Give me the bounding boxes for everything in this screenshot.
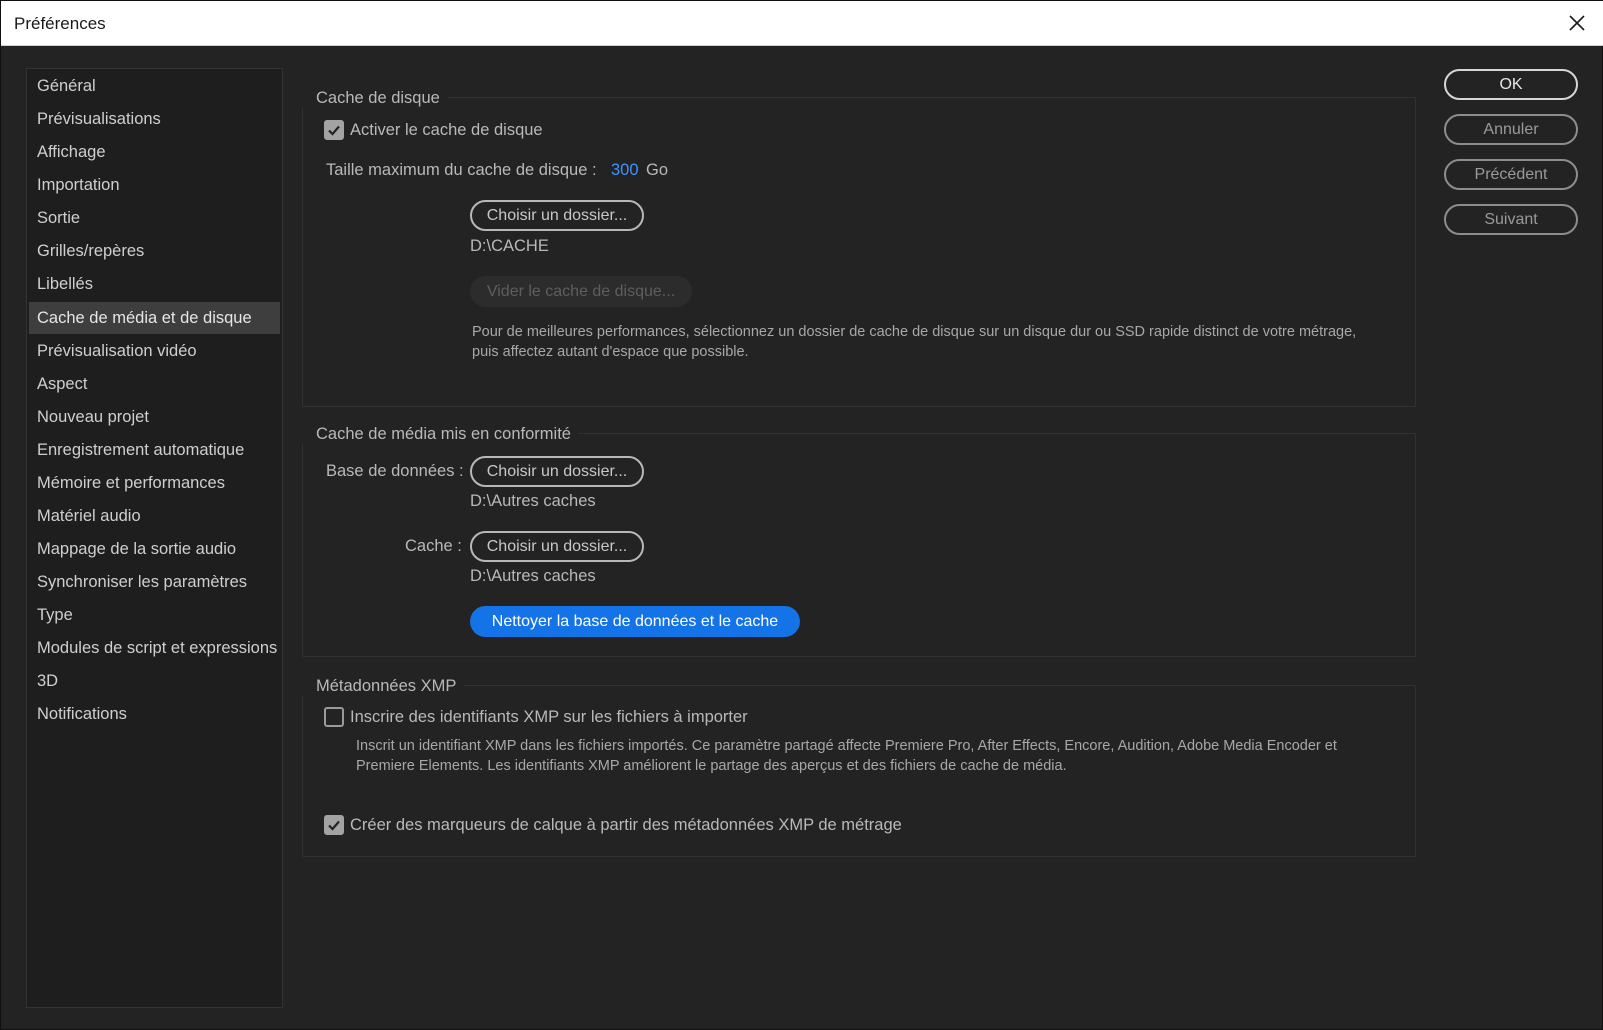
sidebar-item-importation[interactable]: Importation: [29, 169, 280, 201]
ok-button[interactable]: OK: [1444, 69, 1578, 100]
cancel-button[interactable]: Annuler: [1444, 114, 1578, 145]
sidebar-item-enregistrement[interactable]: Enregistrement automatique: [29, 434, 280, 466]
write-xmp-ids-label[interactable]: Inscrire des identifiants XMP sur les fi…: [350, 708, 748, 727]
disk-cache-title: Cache de disque: [302, 89, 447, 108]
sidebar-item-mappage-audio[interactable]: Mappage de la sortie audio: [29, 533, 280, 565]
max-cache-size-label: Taille maximum du cache de disque :: [326, 161, 597, 179]
close-icon: [1569, 15, 1585, 31]
sidebar-item-previsualisations[interactable]: Prévisualisations: [29, 103, 280, 135]
window-title: Préférences: [14, 14, 106, 33]
max-cache-size-unit: Go: [646, 161, 669, 179]
write-xmp-ids-hint: Inscrit un identifiant XMP dans les fich…: [356, 738, 1337, 774]
database-choose-folder-button[interactable]: Choisir un dossier...: [470, 456, 644, 487]
sidebar-item-previsualisation-video[interactable]: Prévisualisation vidéo: [29, 335, 280, 367]
checkmark-icon: [328, 125, 340, 136]
cache-choose-folder-button[interactable]: Choisir un dossier...: [470, 531, 644, 562]
next-button[interactable]: Suivant: [1444, 204, 1578, 235]
sidebar-item-synchroniser[interactable]: Synchroniser les paramètres: [29, 566, 280, 598]
title-bar: Préférences: [1, 1, 1603, 46]
enable-disk-cache-label[interactable]: Activer le cache de disque: [350, 121, 543, 140]
preferences-sidebar: Général Prévisualisations Affichage Impo…: [26, 68, 283, 1008]
empty-disk-cache-button: Vider le cache de disque...: [470, 276, 692, 307]
xmp-metadata-title: Métadonnées XMP: [302, 677, 464, 696]
sidebar-item-affichage[interactable]: Affichage: [29, 136, 280, 168]
sidebar-item-nouveau-projet[interactable]: Nouveau projet: [29, 401, 280, 433]
previous-button[interactable]: Précédent: [1444, 159, 1578, 190]
sidebar-item-cache[interactable]: Cache de média et de disque: [29, 302, 280, 334]
conformed-media-cache-title: Cache de média mis en conformité: [302, 425, 578, 444]
cache-label: Cache :: [405, 537, 462, 555]
cache-path: D:\Autres caches: [470, 567, 596, 585]
enable-disk-cache-checkbox[interactable]: [324, 120, 344, 140]
sidebar-item-general[interactable]: Général: [29, 70, 280, 102]
database-label: Base de données :: [326, 462, 464, 480]
clean-database-and-cache-button[interactable]: Nettoyer la base de données et le cache: [470, 606, 800, 637]
disk-cache-folder-path: D:\CACHE: [470, 237, 549, 255]
sidebar-item-3d[interactable]: 3D: [29, 665, 280, 697]
close-button[interactable]: [1560, 8, 1594, 38]
max-cache-size-value[interactable]: 300: [611, 161, 639, 180]
layer-markers-checkbox[interactable]: [324, 815, 344, 835]
sidebar-item-materiel-audio[interactable]: Matériel audio: [29, 500, 280, 532]
database-path: D:\Autres caches: [470, 492, 596, 510]
sidebar-item-aspect[interactable]: Aspect: [29, 368, 280, 400]
sidebar-item-modules-script[interactable]: Modules de script et expressions: [29, 632, 280, 664]
layer-markers-label[interactable]: Créer des marqueurs de calque à partir d…: [350, 816, 902, 835]
sidebar-item-grilles[interactable]: Grilles/repères: [29, 235, 280, 267]
checkmark-icon: [328, 820, 340, 831]
sidebar-item-libelles[interactable]: Libellés: [29, 268, 280, 300]
disk-cache-hint: Pour de meilleures performances, sélecti…: [472, 324, 1357, 360]
preferences-dialog: Préférences Général Prévisualisations Af…: [0, 0, 1603, 1030]
write-xmp-ids-checkbox[interactable]: [324, 707, 344, 727]
sidebar-item-memoire[interactable]: Mémoire et performances: [29, 467, 280, 499]
sidebar-item-sortie[interactable]: Sortie: [29, 202, 280, 234]
disk-cache-choose-folder-button[interactable]: Choisir un dossier...: [470, 200, 644, 231]
sidebar-item-notifications[interactable]: Notifications: [29, 698, 280, 730]
sidebar-item-type[interactable]: Type: [29, 599, 280, 631]
